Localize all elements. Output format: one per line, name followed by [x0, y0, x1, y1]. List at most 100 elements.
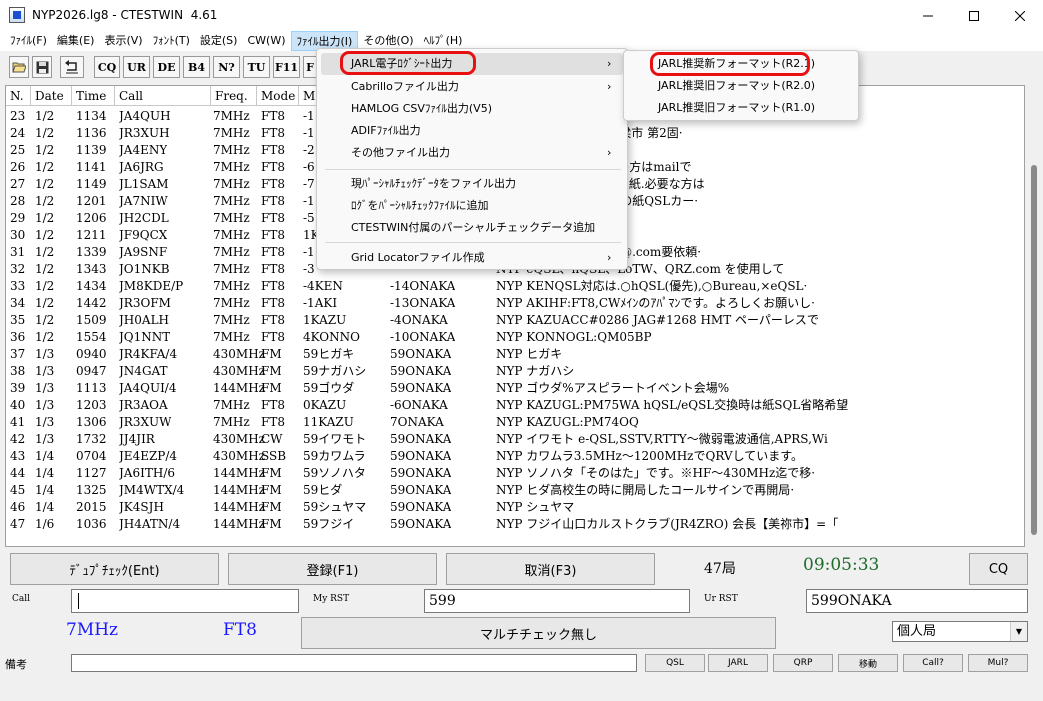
my-rst-input[interactable]: 599: [424, 589, 690, 613]
menu-jarl-format-r20[interactable]: JARL推奨旧フォーマット(R2.0): [628, 75, 854, 97]
column-header-time[interactable]: Time: [72, 86, 115, 106]
call-input[interactable]: [71, 589, 299, 613]
ur-rst-input[interactable]: 599ONAKA: [806, 589, 1028, 613]
cell-note: NYP KAZUGL:PM75WA hQSL/eQSL交換時は紙SQL省略希望: [496, 398, 849, 412]
text-cursor: [78, 593, 79, 609]
f-button[interactable]: F: [303, 56, 317, 78]
table-row[interactable]: 47 1/6 1036 JH4ATN/4 144MHz FM 59フジイ 59ONAKA NYP…: [6, 516, 1024, 533]
table-row[interactable]: 36 1/2 1554 JQ1NNT 7MHz FT8 4KONNO -10ONAKA NYP …: [6, 329, 1024, 346]
table-row[interactable]: 41 1/3 1306 JR3XUW 7MHz FT8 11KAZU 7ONAKA NYP KA…: [6, 414, 1024, 431]
chevron-right-icon: ›: [607, 57, 612, 70]
menu-settings[interactable]: 設定(S): [195, 31, 243, 51]
column-header-date[interactable]: Date: [31, 86, 72, 106]
column-header-number[interactable]: N.: [6, 86, 31, 106]
menu-partial-check-export[interactable]: 現ﾊﾟｰｼｬﾙﾁｪｯｸﾃﾞｰﾀをファイル出力: [321, 173, 623, 195]
menu-file[interactable]: ﾌｧｲﾙ(F): [5, 31, 52, 51]
table-row[interactable]: 45 1/4 1325 JM4WTX/4 144MHz FM 59ヒダ 59ONAKA NYP …: [6, 482, 1024, 499]
table-row[interactable]: 38 1/3 0947 JN4GAT 430MHz FM 59ナガハシ 59ONAKA NYP …: [6, 363, 1024, 380]
register-button[interactable]: 登録(F1): [228, 553, 437, 585]
cell-rcv: -14ONAKA: [390, 279, 456, 293]
open-file-button[interactable]: [9, 56, 29, 78]
b4-button[interactable]: B4: [183, 56, 210, 78]
chevron-down-icon[interactable]: ▼: [1010, 622, 1027, 641]
column-header-mode[interactable]: Mode: [257, 86, 299, 106]
table-row[interactable]: 43 1/4 0704 JE4EZP/4 430MHz SSB 59カワムラ 59ONAKA N…: [6, 448, 1024, 465]
table-row[interactable]: 37 1/3 0940 JR4KFA/4 430MHz FM 59ヒガキ 59ONAKA NYP…: [6, 346, 1024, 363]
cell-freq: 7MHz: [213, 126, 250, 140]
qrp-button[interactable]: QRP: [773, 654, 833, 672]
cell-call: JM8KDE/P: [119, 279, 184, 293]
call-query-button[interactable]: Call?: [903, 654, 963, 672]
qsl-button[interactable]: QSL: [645, 654, 705, 672]
column-header-call[interactable]: Call: [115, 86, 211, 106]
cell-freq: 430MHz: [213, 449, 265, 463]
menu-add-partial-check-data[interactable]: CTESTWIN付属のパーシャルチェックデータ追加: [321, 217, 623, 239]
remarks-input[interactable]: [71, 654, 637, 672]
close-button[interactable]: [997, 0, 1043, 31]
cancel-button[interactable]: 取消(F3): [446, 553, 655, 585]
menu-log-to-partial-check[interactable]: ﾛｸﾞをﾊﾟｰｼｬﾙﾁｪｯｸﾌｧｲﾙに追加: [321, 195, 623, 217]
cq-mode-button[interactable]: CQ: [969, 553, 1028, 585]
cell-snt: 59ナガハシ: [303, 364, 367, 378]
remarks-label: 備考: [5, 658, 27, 671]
station-type-select[interactable]: 個人局 ▼: [892, 621, 1028, 642]
cell-freq: 7MHz: [213, 245, 250, 259]
cell-time: 1201: [76, 194, 107, 208]
cq-button[interactable]: CQ: [94, 56, 120, 78]
cell-n: 32: [10, 262, 26, 276]
cell-time: 1306: [76, 415, 107, 429]
ur-button[interactable]: UR: [123, 56, 150, 78]
table-row[interactable]: 42 1/3 1732 JJ4JIR 430MHz CW 59イワモト 59ONAKA NYP …: [6, 431, 1024, 448]
cell-mode: SSB: [261, 449, 287, 463]
log-scrollbar[interactable]: [1027, 85, 1041, 547]
menu-edit[interactable]: 編集(E): [52, 31, 100, 51]
table-row[interactable]: 33 1/2 1434 JM8KDE/P 7MHz FT8 -4KEN -14ONAKA NYP…: [6, 278, 1024, 295]
nr-query-button[interactable]: N?: [213, 56, 240, 78]
menu-hamlog-csv-output[interactable]: HAMLOG CSVﾌｧｲﾙ出力(V5): [321, 98, 623, 120]
menu-font[interactable]: ﾌｫﾝﾄ(T): [148, 31, 195, 51]
scrollbar-thumb[interactable]: [1031, 165, 1037, 535]
cell-mode: FM: [261, 483, 282, 497]
cell-n: 26: [10, 160, 26, 174]
cell-rcv: -13ONAKA: [390, 296, 456, 310]
multi-query-button[interactable]: Mul?: [968, 654, 1028, 672]
menu-view[interactable]: 表示(V): [99, 31, 147, 51]
tu-button[interactable]: TU: [243, 56, 270, 78]
menu-adif-output[interactable]: ADIFﾌｧｲﾙ出力: [321, 120, 623, 142]
table-row[interactable]: 44 1/4 1127 JA6ITH/6 144MHz FM 59ソノハタ 59ONAKA NY…: [6, 465, 1024, 482]
cell-time: 1036: [76, 517, 107, 531]
table-row[interactable]: 35 1/2 1509 JH0ALH 7MHz FT8 1KAZU -4ONAKA NYP KA…: [6, 312, 1024, 329]
cell-call: JH2CDL: [119, 211, 169, 225]
table-row[interactable]: 46 1/4 2015 JK4SJH 144MHz FM 59シュヤマ 59ONAKA NYP …: [6, 499, 1024, 516]
floppy-disk-icon: [36, 61, 48, 73]
portable-button[interactable]: 移動: [838, 654, 898, 672]
multi-check-status[interactable]: マルチチェック無し: [301, 617, 776, 649]
f11-button[interactable]: F11: [273, 56, 300, 78]
jarl-button[interactable]: JARL: [708, 654, 768, 672]
table-row[interactable]: 39 1/3 1113 JA4QUI/4 144MHz FM 59ゴウダ 59ONAKA NYP…: [6, 380, 1024, 397]
undo-button[interactable]: [60, 56, 84, 78]
minimize-button[interactable]: [905, 0, 951, 31]
menu-grid-locator-file[interactable]: Grid Locatorファイル作成: [321, 247, 623, 269]
chevron-right-icon: ›: [607, 146, 612, 159]
column-header-freq[interactable]: Freq.: [211, 86, 257, 106]
table-row[interactable]: 40 1/3 1203 JR3AOA 7MHz FT8 0KAZU -6ONAKA NYP KA…: [6, 397, 1024, 414]
menu-cabrillo-output[interactable]: Cabrilloファイル出力: [321, 76, 623, 98]
cell-date: 1/6: [35, 517, 55, 531]
qso-count: 47局: [704, 561, 736, 577]
cell-note: NYP KAZUACC#0286 JAG#1268 HMT ペーパーレスで: [496, 313, 819, 327]
table-row[interactable]: 34 1/2 1442 JR3OFM 7MHz FT8 -1AKI -13ONAKA NYP A…: [6, 295, 1024, 312]
cell-date: 1/3: [35, 398, 55, 412]
cell-snt: -4KEN: [303, 279, 343, 293]
cell-mode: FM: [261, 347, 282, 361]
dupe-check-button[interactable]: ﾃﾞｭﾌﾟﾁｪｯｸ(Ent): [10, 553, 219, 585]
maximize-button[interactable]: [951, 0, 997, 31]
menu-other-output[interactable]: その他ファイル出力: [321, 142, 623, 164]
de-button[interactable]: DE: [153, 56, 180, 78]
save-button[interactable]: [32, 56, 52, 78]
menu-cw[interactable]: CW(W): [242, 31, 290, 51]
cell-rcv: 59ONAKA: [390, 483, 452, 497]
title-bar: NYP2026.lg8 - CTESTWIN 4.61: [0, 0, 1043, 31]
cell-note: NYP ヒダ高校生の時に開局したコールサインで再開局·: [496, 483, 795, 497]
menu-jarl-format-r10[interactable]: JARL推奨旧フォーマット(R1.0): [628, 97, 854, 119]
